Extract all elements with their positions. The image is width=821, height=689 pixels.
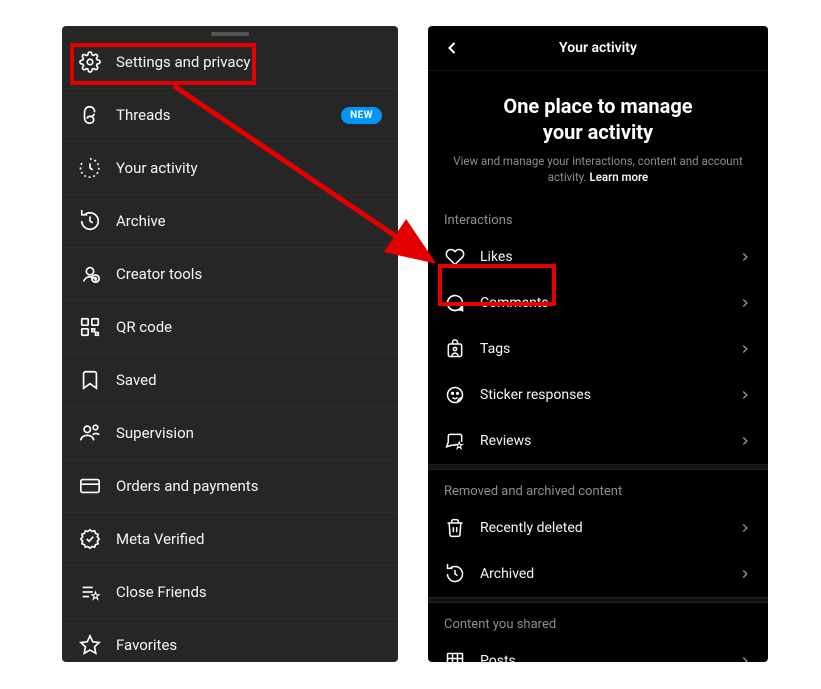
menu-label: Meta Verified bbox=[116, 530, 382, 548]
threads-icon bbox=[78, 103, 102, 127]
settings-menu-panel: Settings and privacy Threads NEW Your ac… bbox=[62, 26, 398, 662]
menu-label: Settings and privacy bbox=[116, 53, 382, 71]
menu-item-orders-payments[interactable]: Orders and payments bbox=[62, 460, 398, 513]
activity-icon bbox=[78, 156, 102, 180]
section-title-interactions: Interactions bbox=[428, 199, 768, 234]
qrcode-icon bbox=[78, 315, 102, 339]
chevron-right-icon bbox=[738, 654, 752, 662]
review-icon bbox=[444, 430, 466, 452]
menu-item-saved[interactable]: Saved bbox=[62, 354, 398, 407]
menu-item-your-activity[interactable]: Your activity bbox=[62, 142, 398, 195]
heart-icon bbox=[444, 246, 466, 268]
menu-label: Creator tools bbox=[116, 265, 382, 283]
action-label: Likes bbox=[480, 249, 738, 265]
menu-label: Orders and payments bbox=[116, 477, 382, 495]
chevron-right-icon bbox=[738, 342, 752, 356]
section-title-content-shared: Content you shared bbox=[428, 603, 768, 638]
learn-more-link[interactable]: Learn more bbox=[589, 170, 648, 184]
new-badge: NEW bbox=[341, 107, 382, 124]
menu-label: Close Friends bbox=[116, 583, 382, 601]
action-item-likes[interactable]: Likes bbox=[428, 234, 768, 280]
action-label: Reviews bbox=[480, 433, 738, 449]
chevron-right-icon bbox=[738, 296, 752, 310]
action-label: Tags bbox=[480, 341, 738, 357]
chevron-right-icon bbox=[738, 434, 752, 448]
action-item-sticker-responses[interactable]: Sticker responses bbox=[428, 372, 768, 418]
chevron-right-icon bbox=[738, 521, 752, 535]
action-item-tags[interactable]: Tags bbox=[428, 326, 768, 372]
archive-icon bbox=[444, 563, 466, 585]
action-item-reviews[interactable]: Reviews bbox=[428, 418, 768, 464]
action-item-recently-deleted[interactable]: Recently deleted bbox=[428, 505, 768, 551]
menu-label: Your activity bbox=[116, 159, 382, 177]
header-title: Your activity bbox=[559, 40, 637, 56]
action-label: Posts bbox=[480, 653, 738, 662]
chevron-right-icon bbox=[738, 388, 752, 402]
archive-icon bbox=[78, 209, 102, 233]
menu-item-creator-tools[interactable]: Creator tools bbox=[62, 248, 398, 301]
section-title-removed: Removed and archived content bbox=[428, 470, 768, 505]
gear-icon bbox=[78, 50, 102, 74]
menu-list: Settings and privacy Threads NEW Your ac… bbox=[62, 36, 398, 662]
action-label: Comments bbox=[480, 295, 738, 311]
grid-icon bbox=[444, 650, 466, 662]
menu-label: QR code bbox=[116, 318, 382, 336]
tag-icon bbox=[444, 338, 466, 360]
closefriends-icon bbox=[78, 580, 102, 604]
chevron-right-icon bbox=[738, 567, 752, 581]
header-bar: Your activity bbox=[428, 26, 768, 71]
action-label: Archived bbox=[480, 566, 738, 582]
star-icon bbox=[78, 633, 102, 657]
verified-icon bbox=[78, 527, 102, 551]
menu-item-close-friends[interactable]: Close Friends bbox=[62, 566, 398, 619]
sticker-icon bbox=[444, 384, 466, 406]
creator-icon bbox=[78, 262, 102, 286]
chevron-right-icon bbox=[738, 250, 752, 264]
menu-item-qr-code[interactable]: QR code bbox=[62, 301, 398, 354]
menu-label: Archive bbox=[116, 212, 382, 230]
your-activity-panel: Your activity One place to manage your a… bbox=[428, 26, 768, 662]
menu-label: Supervision bbox=[116, 424, 382, 442]
back-button[interactable] bbox=[440, 36, 464, 60]
menu-item-archive[interactable]: Archive bbox=[62, 195, 398, 248]
hero-subtitle: View and manage your interactions, conte… bbox=[450, 153, 746, 185]
bookmark-icon bbox=[78, 368, 102, 392]
action-item-posts[interactable]: Posts bbox=[428, 638, 768, 662]
comment-icon bbox=[444, 292, 466, 314]
action-label: Recently deleted bbox=[480, 520, 738, 536]
hero-section: One place to manage your activity View a… bbox=[428, 71, 768, 199]
menu-label: Favorites bbox=[116, 636, 382, 654]
menu-item-supervision[interactable]: Supervision bbox=[62, 407, 398, 460]
menu-item-settings-privacy[interactable]: Settings and privacy bbox=[62, 36, 398, 89]
hero-title: One place to manage your activity bbox=[450, 93, 746, 145]
trash-icon bbox=[444, 517, 466, 539]
action-item-archived[interactable]: Archived bbox=[428, 551, 768, 597]
menu-item-favorites[interactable]: Favorites bbox=[62, 619, 398, 662]
menu-label: Saved bbox=[116, 371, 382, 389]
menu-item-threads[interactable]: Threads NEW bbox=[62, 89, 398, 142]
menu-label: Threads bbox=[116, 106, 341, 124]
action-label: Sticker responses bbox=[480, 387, 738, 403]
card-icon bbox=[78, 474, 102, 498]
supervision-icon bbox=[78, 421, 102, 445]
menu-item-meta-verified[interactable]: Meta Verified bbox=[62, 513, 398, 566]
action-item-comments[interactable]: Comments bbox=[428, 280, 768, 326]
